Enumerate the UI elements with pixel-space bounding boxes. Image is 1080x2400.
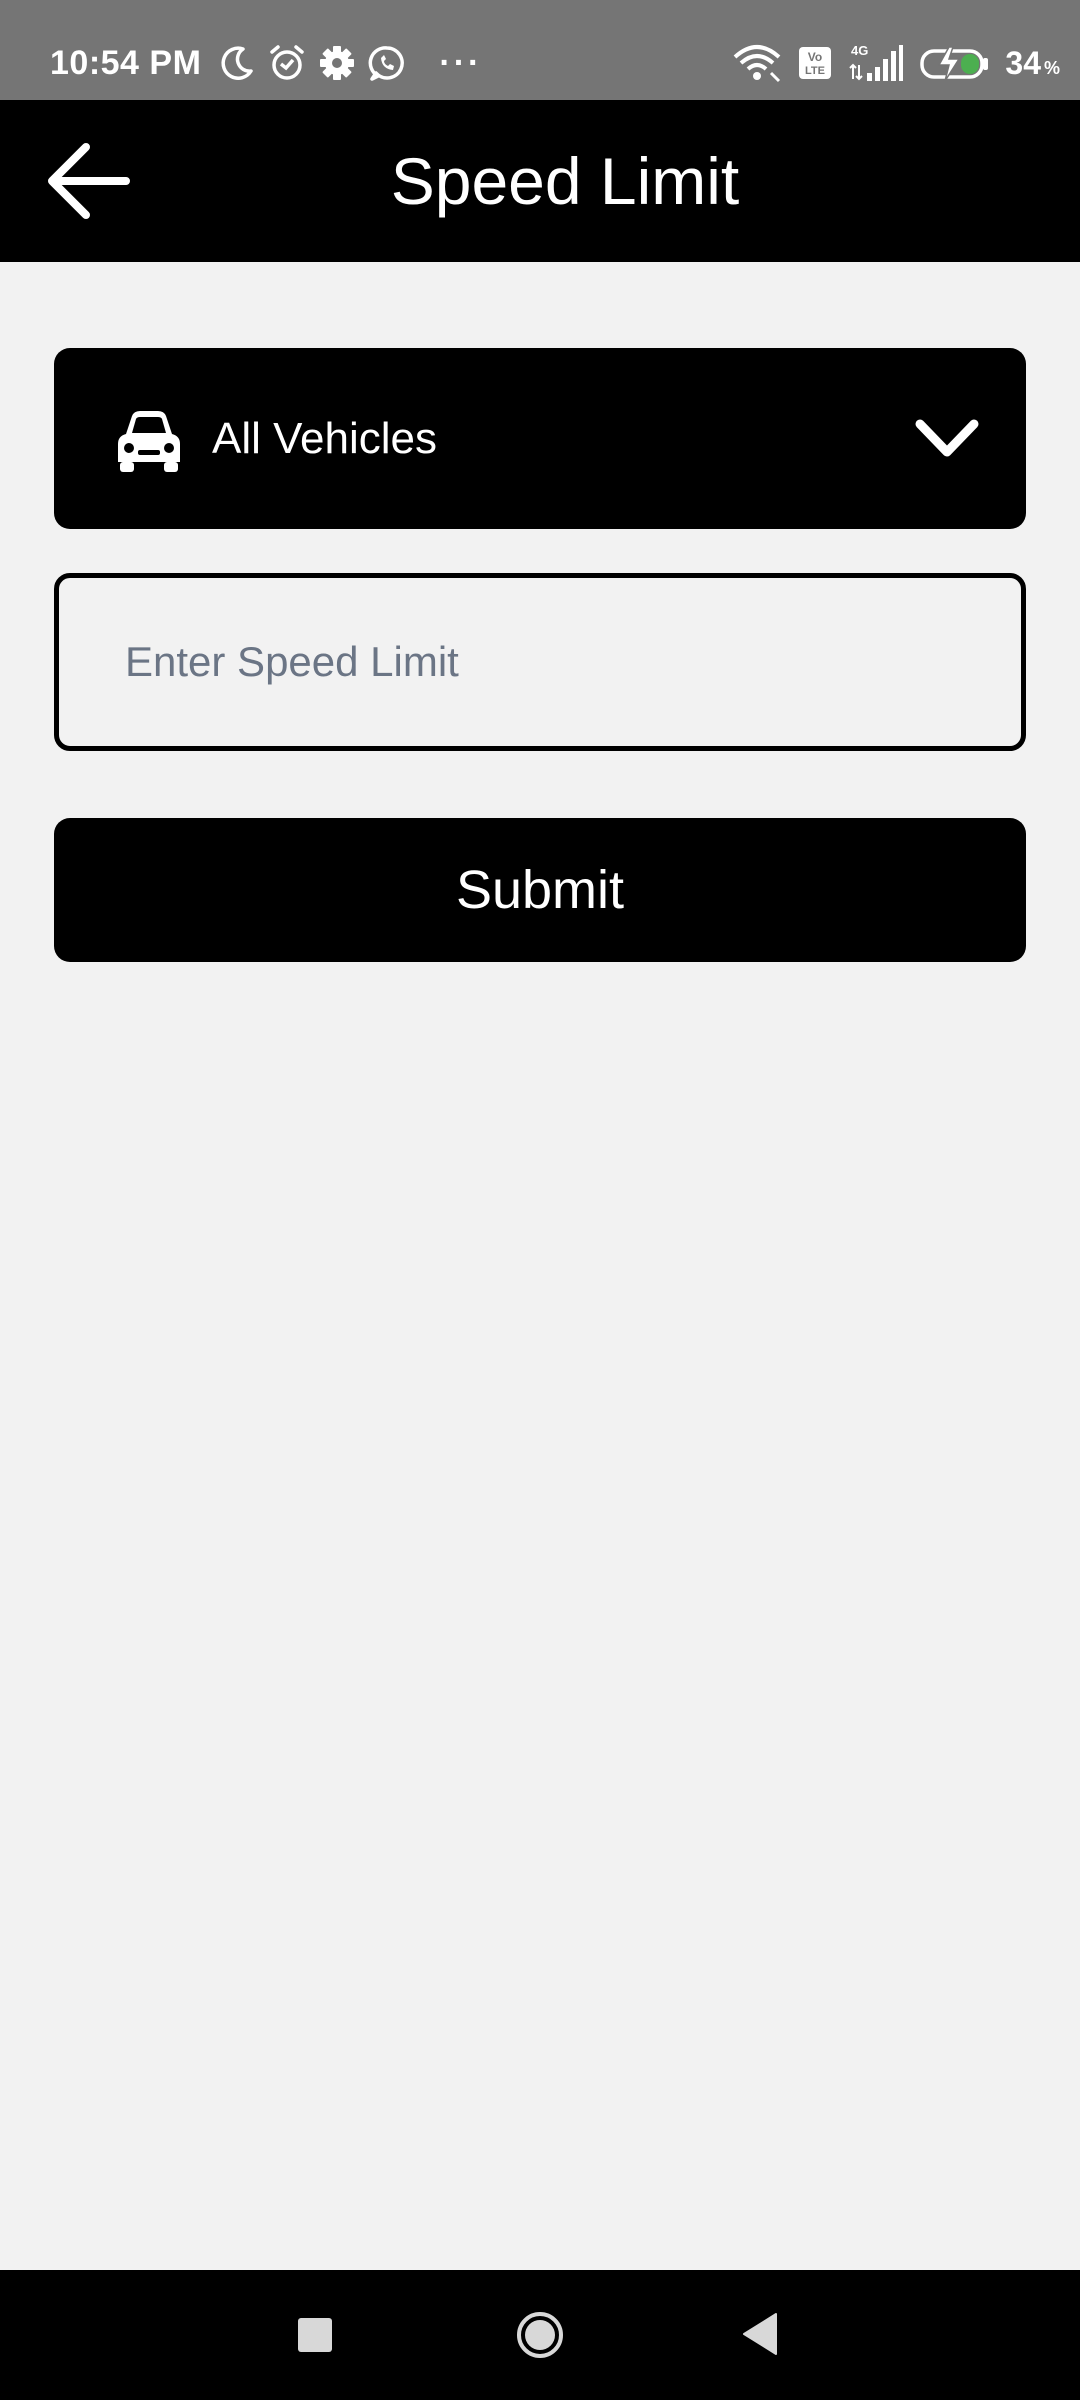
page-title: Speed Limit [390, 144, 740, 218]
back-triangle-icon[interactable] [742, 2312, 778, 2356]
svg-text:4G: 4G [851, 43, 868, 58]
wifi-icon [734, 45, 781, 83]
battery-icon [920, 46, 989, 82]
chevron-down-icon [915, 419, 979, 457]
nav-bar [0, 2270, 1080, 2400]
recents-icon[interactable] [298, 2318, 332, 2352]
volte-icon: Vo LTE [799, 47, 832, 79]
gear-icon [320, 46, 355, 80]
battery-percent: 34% [1005, 44, 1060, 81]
alarm-icon [270, 45, 305, 80]
submit-button[interactable]: Submit [54, 818, 1026, 962]
speed-limit-input[interactable] [54, 573, 1026, 751]
whatsapp-icon [368, 46, 405, 81]
svg-text:LTE: LTE [805, 65, 825, 77]
signal-icon: 4G [849, 43, 904, 81]
status-bar: 10:54 PM ··· Vo LTE 4G 34 % [0, 0, 1080, 100]
vehicle-dropdown[interactable]: All Vehicles [54, 348, 1026, 529]
status-left: 10:54 PM ··· [50, 38, 482, 88]
more-notifications-icon: ··· [439, 44, 483, 82]
car-icon [118, 411, 180, 472]
status-right: Vo LTE 4G 34% [731, 38, 1060, 88]
app-bar: Speed Limit [0, 100, 1080, 262]
status-time: 10:54 PM [50, 43, 202, 82]
dropdown-selected-value: All Vehicles [212, 414, 438, 463]
home-icon[interactable] [515, 2310, 565, 2360]
svg-text:Vo: Vo [808, 50, 822, 64]
moon-icon [221, 46, 254, 80]
